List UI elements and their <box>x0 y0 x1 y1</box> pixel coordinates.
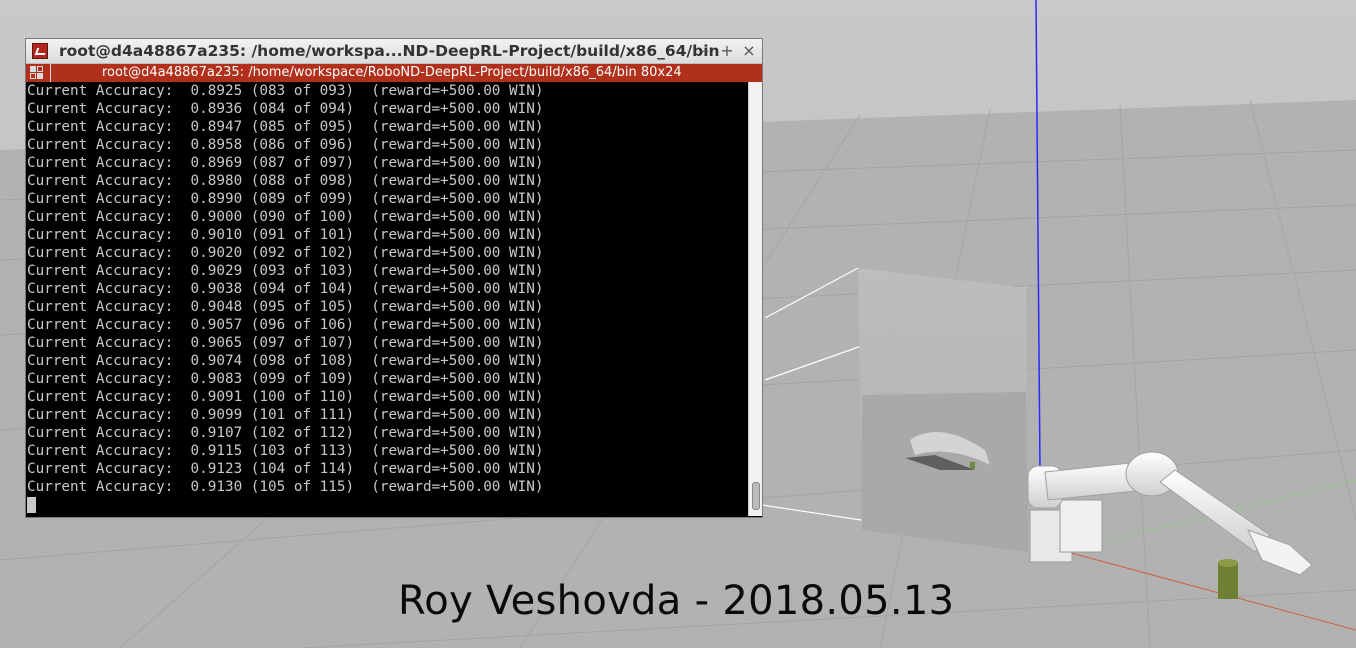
terminal-line: Current Accuracy: 0.9057 (096 of 106) (r… <box>27 317 544 333</box>
maximize-button[interactable]: + <box>718 41 736 61</box>
window-title-bar[interactable]: root@d4a48867a235: /home/workspa...ND-De… <box>26 39 762 64</box>
terminal-line: Current Accuracy: 0.9065 (097 of 107) (r… <box>27 335 544 351</box>
scrollbar-thumb[interactable] <box>752 482 760 510</box>
terminal-line: Current Accuracy: 0.9000 (090 of 100) (r… <box>27 209 544 225</box>
terminal-tab-title[interactable]: root@d4a48867a235: /home/workspace/RoboN… <box>102 64 682 82</box>
terminal-line: Current Accuracy: 0.8990 (089 of 099) (r… <box>27 191 544 207</box>
terminal-line: Current Accuracy: 0.9029 (093 of 103) (r… <box>27 263 544 279</box>
terminal-cursor <box>27 497 36 513</box>
tab-divider <box>50 64 51 82</box>
terminal-line: Current Accuracy: 0.8958 (086 of 096) (r… <box>27 137 544 153</box>
terminal-line: Current Accuracy: 0.9107 (102 of 112) (r… <box>27 425 544 441</box>
camera-view-panel <box>858 268 1028 552</box>
window-title: root@d4a48867a235: /home/workspa...ND-De… <box>59 42 720 60</box>
terminal-line: Current Accuracy: 0.9020 (092 of 102) (r… <box>27 245 544 261</box>
split-terminal-icon[interactable] <box>30 66 43 79</box>
terminal-line: Current Accuracy: 0.9115 (103 of 113) (r… <box>27 443 544 459</box>
terminal-line: Current Accuracy: 0.8969 (087 of 097) (r… <box>27 155 544 171</box>
terminal-tab-bar[interactable]: root@d4a48867a235: /home/workspace/RoboN… <box>26 64 762 82</box>
terminal-line: Current Accuracy: 0.8980 (088 of 098) (r… <box>27 173 544 189</box>
terminal-line: Current Accuracy: 0.9048 (095 of 105) (r… <box>27 299 544 315</box>
terminal-app-icon <box>32 43 48 59</box>
terminal-output[interactable]: Current Accuracy: 0.8925 (083 of 093) (r… <box>27 82 747 516</box>
terminal-scrollbar[interactable] <box>748 82 762 516</box>
minimize-button[interactable]: – <box>696 41 714 61</box>
terminal-line: Current Accuracy: 0.9074 (098 of 108) (r… <box>27 353 544 369</box>
terminal-line: Current Accuracy: 0.9130 (105 of 115) (r… <box>27 479 544 495</box>
terminal-line: Current Accuracy: 0.9091 (100 of 110) (r… <box>27 389 544 405</box>
terminal-line: Current Accuracy: 0.8936 (084 of 094) (r… <box>27 101 544 117</box>
terminal-line: Current Accuracy: 0.8925 (083 of 093) (r… <box>27 83 544 99</box>
terminal-line: Current Accuracy: 0.9038 (094 of 104) (r… <box>27 281 544 297</box>
author-date-caption: Roy Veshovda - 2018.05.13 <box>398 578 955 624</box>
close-button[interactable]: × <box>740 41 758 61</box>
terminal-line: Current Accuracy: 0.9010 (091 of 101) (r… <box>27 227 544 243</box>
terminal-line: Current Accuracy: 0.9099 (101 of 111) (r… <box>27 407 544 423</box>
terminal-line: Current Accuracy: 0.8947 (085 of 095) (r… <box>27 119 544 135</box>
terminal-line: Current Accuracy: 0.9083 (099 of 109) (r… <box>27 371 544 387</box>
terminal-line: Current Accuracy: 0.9123 (104 of 114) (r… <box>27 461 544 477</box>
target-cylinder <box>1218 559 1238 599</box>
terminal-window[interactable]: root@d4a48867a235: /home/workspa...ND-De… <box>25 38 763 518</box>
